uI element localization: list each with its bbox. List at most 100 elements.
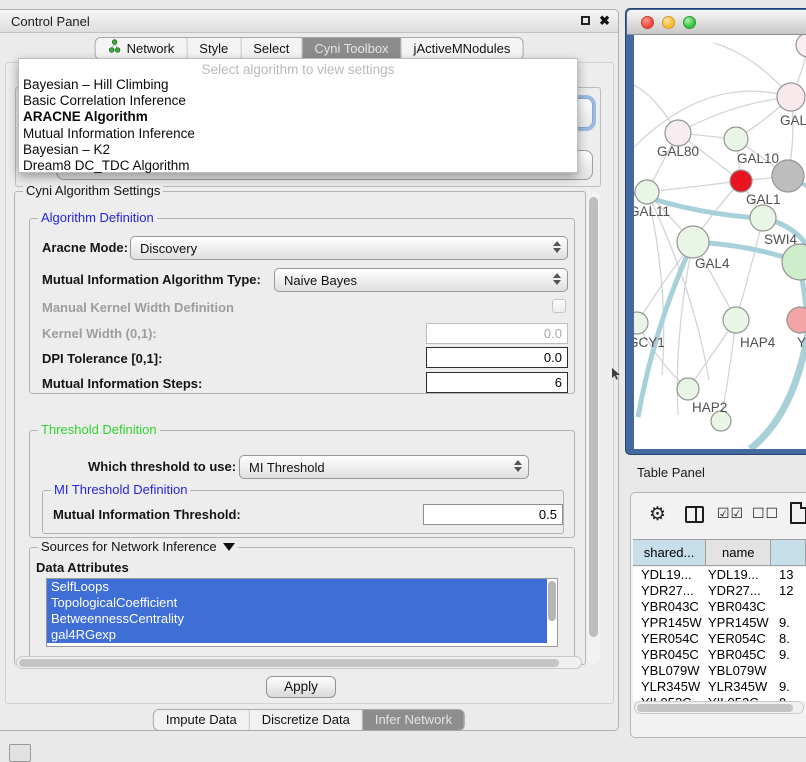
network-node[interactable] [777, 83, 805, 111]
aracne-mode-combo[interactable]: Discovery [130, 236, 568, 260]
table-row[interactable]: YER054CYER054C8. [633, 631, 806, 647]
network-node[interactable] [665, 120, 691, 146]
tab-impute-data[interactable]: Impute Data [154, 710, 249, 730]
network-node[interactable] [677, 378, 699, 400]
which-threshold-combo[interactable]: MI Threshold [239, 455, 529, 479]
tab-label: Discretize Data [262, 710, 350, 730]
algorithm-option[interactable]: ARACNE Algorithm [19, 109, 577, 125]
dpi-tolerance-field[interactable] [426, 347, 568, 368]
network-node[interactable] [750, 205, 776, 231]
network-node[interactable] [677, 226, 709, 258]
algorithm-option[interactable]: Bayesian – K2 [19, 142, 577, 158]
table-row[interactable]: YBL079WYBL079W [633, 663, 806, 679]
algorithm-option[interactable]: Bayesian – Hill Climbing [19, 77, 577, 93]
table-cell: YDR27... [708, 583, 761, 598]
tab-infer-network[interactable]: Infer Network [362, 710, 464, 730]
network-node[interactable] [787, 307, 806, 333]
select-all-checks-icon[interactable]: ☑☑ [717, 505, 744, 522]
which-threshold-value: MI Threshold [249, 460, 325, 475]
attribute-list-item[interactable]: SelfLoops [47, 579, 547, 595]
network-edge[interactable] [736, 218, 763, 320]
column-header[interactable]: shared... [633, 540, 706, 565]
tab-cyni-toolbox[interactable]: Cyni Toolbox [301, 38, 400, 59]
mi-threshold-field[interactable] [423, 504, 563, 525]
table-cell: 13 [779, 567, 793, 582]
settings-group-title: Cyni Algorithm Settings [23, 184, 163, 198]
mi-algorithm-type-value: Naive Bayes [284, 273, 357, 288]
collapsed-panel-icon[interactable] [9, 744, 31, 762]
network-node[interactable] [782, 244, 806, 280]
mi-threshold-definition-title: MI Threshold Definition [51, 483, 190, 497]
list-scrollbar[interactable] [548, 581, 556, 621]
network-edge[interactable] [634, 91, 791, 147]
network-node-label: GAL1 [746, 192, 781, 207]
table-cell: 9. [779, 615, 790, 630]
tab-jactivemnodules[interactable]: jActiveMNodules [401, 38, 523, 59]
table-row[interactable]: YBR043CYBR043C [633, 599, 806, 615]
network-node[interactable] [634, 312, 648, 334]
settings-vertical-scrollbar[interactable] [587, 192, 600, 664]
algorithm-option[interactable]: Basic Correlation Inference [19, 93, 577, 109]
close-icon[interactable]: ✖ [599, 15, 610, 26]
attribute-list-item[interactable]: gal4RGexp [47, 627, 547, 643]
table-row[interactable]: YBR045CYBR045C9. [633, 647, 806, 663]
zoom-traffic-light-icon[interactable] [683, 16, 696, 29]
tab-select[interactable]: Select [240, 38, 301, 59]
tab-label: jActiveMNodules [414, 38, 511, 59]
network-node-label: GAL [780, 113, 806, 128]
network-node[interactable] [796, 35, 806, 57]
algorithm-option[interactable]: Dream8 DC_TDC Algorithm [19, 158, 577, 174]
table-cell: YDL19... [641, 567, 692, 582]
network-edge[interactable] [647, 181, 741, 192]
network-node-label: GCY1 [634, 335, 665, 350]
network-node-label: GAL11 [634, 204, 670, 219]
network-node[interactable] [730, 170, 752, 192]
gear-icon[interactable]: ⚙ [649, 504, 666, 526]
manual-kernel-width-checkbox[interactable] [552, 299, 566, 313]
sources-group: Sources for Network Inference Data Attri… [29, 547, 575, 663]
column-header[interactable]: name [706, 540, 771, 565]
table-cell: YDR27... [641, 583, 694, 598]
data-attributes-list: SelfLoopsTopologicalCoefficientBetweenne… [46, 578, 558, 647]
table-row[interactable]: YDL19...YDL19...13 [633, 567, 806, 583]
deselect-all-checks-icon[interactable]: ☐☐ [752, 505, 779, 522]
network-window-titlebar [627, 10, 806, 35]
attribute-list-item[interactable]: BetweennessCentrality [47, 611, 547, 627]
threshold-definition-title: Threshold Definition [38, 423, 160, 437]
tab-network[interactable]: Network [96, 38, 187, 59]
mi-threshold-label: Mutual Information Threshold: [53, 507, 241, 522]
tab-discretize-data[interactable]: Discretize Data [249, 710, 362, 730]
columns-icon[interactable] [685, 506, 704, 523]
network-node-label: HAP4 [740, 335, 776, 350]
float-window-icon[interactable] [581, 16, 590, 25]
table-header-row: shared...name [633, 539, 806, 566]
table-horizontal-scrollbar[interactable] [634, 701, 804, 714]
apply-button[interactable]: Apply [266, 676, 336, 698]
close-traffic-light-icon[interactable] [641, 16, 654, 29]
network-view-window: GALGAL80GAL10GAL1GAL11SWI4GAL4GCY1HAP4YH… [625, 8, 806, 455]
mi-steps-field[interactable] [426, 372, 568, 393]
network-node[interactable] [635, 180, 659, 204]
algorithm-option[interactable]: Mutual Information Inference [19, 126, 577, 142]
settings-horizontal-scrollbar[interactable] [16, 656, 582, 669]
sources-title[interactable]: Sources for Network Inference [38, 540, 238, 554]
kernel-width-field[interactable] [426, 323, 568, 344]
table-row[interactable]: YLR345WYLR345W9. [633, 679, 806, 695]
network-canvas-svg: GALGAL80GAL10GAL1GAL11SWI4GAL4GCY1HAP4YH… [634, 35, 806, 449]
network-edge[interactable] [750, 333, 806, 449]
tab-style[interactable]: Style [186, 38, 240, 59]
mi-algorithm-type-combo[interactable]: Naive Bayes [274, 268, 568, 292]
column-header[interactable] [771, 540, 806, 565]
collapse-arrow-icon[interactable] [223, 543, 235, 551]
table-row[interactable]: YDR27...YDR27...12 [633, 583, 806, 599]
network-canvas[interactable]: GALGAL80GAL10GAL1GAL11SWI4GAL4GCY1HAP4YH… [634, 35, 806, 449]
attribute-list-item[interactable]: TopologicalCoefficient [47, 595, 547, 611]
table-row[interactable]: YPR145WYPR145W9. [633, 615, 806, 631]
table-cell: 9. [779, 679, 790, 694]
table-cell: YBR043C [641, 599, 699, 614]
algorithm-definition-title: Algorithm Definition [38, 211, 157, 225]
file-icon[interactable] [790, 502, 806, 524]
minimize-traffic-light-icon[interactable] [662, 16, 675, 29]
network-node[interactable] [723, 307, 749, 333]
network-node[interactable] [724, 127, 748, 151]
